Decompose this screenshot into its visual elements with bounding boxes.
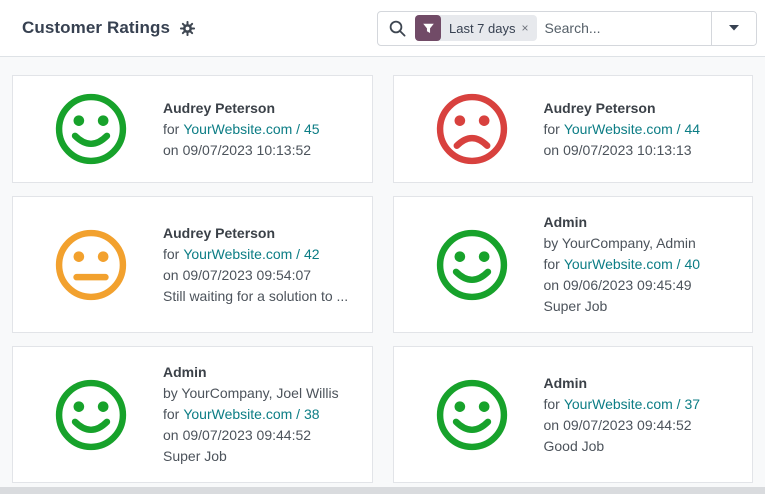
- rating-card[interactable]: Audrey Peterson forYourWebsite.com / 42 …: [12, 196, 373, 333]
- for-label: for: [544, 256, 560, 272]
- rating-datetime: 09/07/2023 10:13:52: [183, 142, 311, 158]
- rated-on-line: on09/06/2023 09:45:49: [544, 275, 701, 296]
- feedback-text: Super Job: [163, 446, 339, 467]
- rating-card[interactable]: Admin forYourWebsite.com / 37 on09/07/20…: [393, 346, 754, 483]
- rated-on-line: on09/07/2023 10:13:13: [544, 140, 701, 161]
- for-label: for: [544, 121, 560, 137]
- rating-card[interactable]: Audrey Peterson forYourWebsite.com / 45 …: [12, 75, 373, 183]
- rating-info: Admin by YourCompany, Joel Willis forYou…: [163, 362, 339, 467]
- customer-name: Audrey Peterson: [544, 98, 701, 119]
- happy-face-icon: [434, 227, 510, 303]
- customer-name: Admin: [544, 373, 701, 394]
- search-icon: [388, 19, 407, 38]
- on-label: on: [163, 267, 179, 283]
- for-label: for: [163, 406, 179, 422]
- rating-card[interactable]: Admin by YourCompany, Admin forYourWebsi…: [393, 196, 754, 333]
- control-panel: Customer Ratings: [0, 0, 765, 57]
- rated-for-line: forYourWebsite.com / 44: [544, 119, 701, 140]
- customer-name: Admin: [544, 212, 701, 233]
- for-label: for: [163, 121, 179, 137]
- for-label: for: [544, 396, 560, 412]
- search-facet: Last 7 days ×: [415, 15, 537, 41]
- rated-for-line: forYourWebsite.com / 42: [163, 244, 348, 265]
- rated-object-link[interactable]: YourWebsite.com / 37: [564, 396, 700, 412]
- rating-card[interactable]: Audrey Peterson forYourWebsite.com / 44 …: [393, 75, 754, 183]
- rated-for-line: forYourWebsite.com / 38: [163, 404, 339, 425]
- rated-object-link[interactable]: YourWebsite.com / 40: [564, 256, 700, 272]
- happy-face-icon: [53, 377, 129, 453]
- rating-info: Audrey Peterson forYourWebsite.com / 44 …: [544, 98, 701, 161]
- feedback-text: Still waiting for a solution to ...: [163, 286, 348, 307]
- search-main: Last 7 days ×: [378, 12, 711, 45]
- rated-object-link[interactable]: YourWebsite.com / 44: [564, 121, 700, 137]
- sad-face-icon: [434, 91, 510, 167]
- rating-datetime: 09/07/2023 10:13:13: [563, 142, 691, 158]
- customer-name: Admin: [163, 362, 339, 383]
- search-options-toggle[interactable]: [711, 12, 756, 45]
- rated-on-line: on09/07/2023 09:54:07: [163, 265, 348, 286]
- neutral-face-icon: [53, 227, 129, 303]
- feedback-text: Good Job: [544, 436, 701, 457]
- rated-object-link[interactable]: YourWebsite.com / 42: [183, 246, 319, 262]
- search-bar: Last 7 days ×: [377, 11, 757, 46]
- rated-object-link[interactable]: YourWebsite.com / 38: [183, 406, 319, 422]
- rated-for-line: forYourWebsite.com / 40: [544, 254, 701, 275]
- happy-face-icon: [434, 377, 510, 453]
- rated-on-line: on09/07/2023 10:13:52: [163, 140, 320, 161]
- rating-info: Audrey Peterson forYourWebsite.com / 45 …: [163, 98, 320, 161]
- gear-icon[interactable]: [179, 20, 196, 37]
- rated-by-line: by YourCompany, Admin: [544, 233, 701, 254]
- bottom-strip: [0, 487, 765, 494]
- happy-face-icon: [53, 91, 129, 167]
- rated-on-line: on09/07/2023 09:44:52: [163, 425, 339, 446]
- facet-remove-button[interactable]: ×: [522, 22, 537, 34]
- on-label: on: [544, 277, 560, 293]
- rating-info: Admin by YourCompany, Admin forYourWebsi…: [544, 212, 701, 317]
- rating-datetime: 09/06/2023 09:45:49: [563, 277, 691, 293]
- rated-on-line: on09/07/2023 09:44:52: [544, 415, 701, 436]
- feedback-text: Super Job: [544, 296, 701, 317]
- page-title: Customer Ratings: [22, 18, 170, 38]
- rating-datetime: 09/07/2023 09:54:07: [183, 267, 311, 283]
- search-input[interactable]: [545, 20, 711, 36]
- filter-funnel-icon: [415, 15, 441, 41]
- rated-by-line: by YourCompany, Joel Willis: [163, 383, 339, 404]
- customer-name: Audrey Peterson: [163, 98, 320, 119]
- on-label: on: [544, 417, 560, 433]
- on-label: on: [163, 142, 179, 158]
- rating-card[interactable]: Admin by YourCompany, Joel Willis forYou…: [12, 346, 373, 483]
- ratings-grid: Audrey Peterson forYourWebsite.com / 45 …: [0, 57, 765, 487]
- on-label: on: [163, 427, 179, 443]
- rating-datetime: 09/07/2023 09:44:52: [183, 427, 311, 443]
- for-label: for: [163, 246, 179, 262]
- rating-info: Admin forYourWebsite.com / 37 on09/07/20…: [544, 373, 701, 457]
- customer-name: Audrey Peterson: [163, 223, 348, 244]
- rating-info: Audrey Peterson forYourWebsite.com / 42 …: [163, 223, 348, 307]
- on-label: on: [544, 142, 560, 158]
- rated-for-line: forYourWebsite.com / 45: [163, 119, 320, 140]
- facet-label: Last 7 days: [441, 21, 522, 36]
- caret-down-icon: [729, 25, 739, 31]
- rating-datetime: 09/07/2023 09:44:52: [563, 417, 691, 433]
- rated-for-line: forYourWebsite.com / 37: [544, 394, 701, 415]
- rated-object-link[interactable]: YourWebsite.com / 45: [183, 121, 319, 137]
